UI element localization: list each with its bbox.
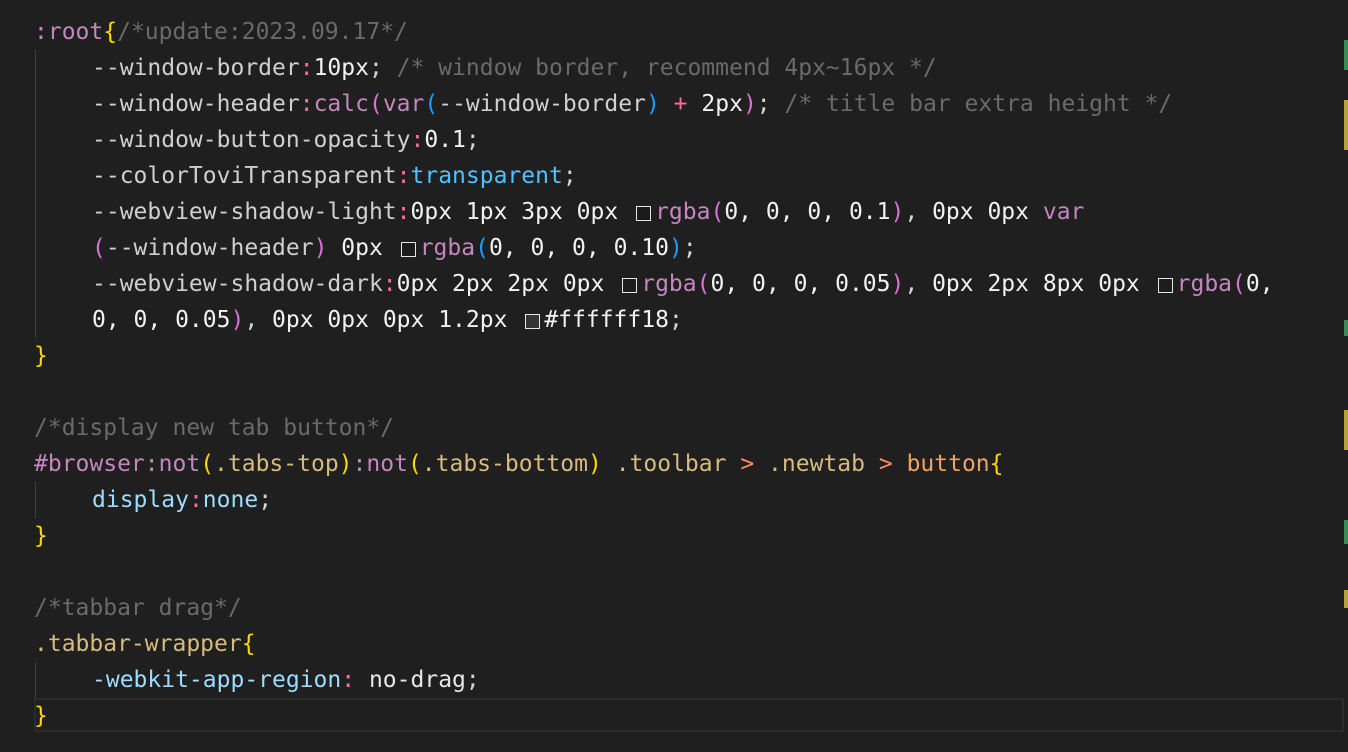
- code-line: }: [34, 518, 1348, 554]
- property-value: no-drag: [368, 667, 466, 693]
- code-line: /*update:2023.09.17*/: [34, 0, 1348, 45]
- tag-selector: button: [906, 451, 990, 477]
- code-line: --webview-shadow-light:0px 1px 3px 0px r…: [92, 199, 1085, 225]
- value: 2px: [701, 91, 743, 117]
- open-brace: {: [241, 631, 256, 657]
- color-swatch[interactable]: [622, 278, 638, 293]
- comment: /* window border, recommend 4px~16px */: [396, 55, 937, 81]
- value: 0,: [1245, 271, 1274, 297]
- var-argument: --window-border: [438, 91, 646, 117]
- function-name: var: [382, 91, 425, 117]
- root-selector: :root: [34, 19, 104, 45]
- value: 0, 0, 0, 0.10: [488, 235, 669, 261]
- open-brace: {: [989, 451, 1004, 477]
- open-brace: {: [103, 19, 118, 45]
- value: 10px: [313, 55, 369, 81]
- color-swatch[interactable]: [525, 314, 541, 329]
- code-line: display:none;: [92, 487, 273, 513]
- comment: /*display new tab button*/: [34, 415, 395, 441]
- custom-property-name: --window-button-opacity: [92, 127, 411, 153]
- function-name: rgba: [1176, 271, 1233, 297]
- code-line: }: [34, 698, 1348, 734]
- class-selector: .toolbar: [615, 451, 727, 477]
- code-line: --window-button-opacity:0.1;: [92, 127, 480, 153]
- pseudo-class: not: [366, 451, 408, 477]
- value: 0, 0, 0, 0.05: [710, 271, 891, 297]
- value: 0, 0, 0.05: [92, 307, 231, 333]
- color-swatch[interactable]: [1157, 278, 1173, 293]
- property-name: -webkit-app-region: [92, 667, 342, 693]
- function-name: calc: [313, 91, 369, 117]
- code-lines: /*update:2023.09.17*/ :root{ --window-bo…: [34, 0, 1348, 734]
- code-line: :root{: [34, 14, 1348, 50]
- code-line: 0, 0, 0.05), 0px 0px 0px 1.2px #ffffff18…: [92, 307, 683, 333]
- code-line: #browser:not(.tabs-top):not(.tabs-bottom…: [34, 451, 1004, 477]
- close-brace: }: [34, 703, 48, 729]
- code-line: --window-border:10px; /* window border, …: [92, 55, 937, 81]
- comment: /* title bar extra height */: [784, 91, 1173, 117]
- operator: +: [673, 91, 688, 117]
- code-line: /*display new tab button*/: [34, 410, 1348, 446]
- custom-property-name: --webview-shadow-dark: [92, 271, 383, 297]
- value: 0px 2px 2px 0px: [396, 271, 605, 297]
- custom-property-name: --colorToviTransparent: [92, 163, 397, 189]
- code-line: --webview-shadow-dark:0px 2px 2px 0px rg…: [92, 271, 1274, 297]
- code-line: -webkit-app-region: no-drag;: [92, 667, 480, 693]
- hex-color-value: #ffffff18: [544, 307, 669, 333]
- var-argument: --window-header: [105, 235, 314, 261]
- comment: /*tabbar drag*/: [34, 595, 242, 621]
- code-line: (--window-header) 0px rgba(0, 0, 0, 0.10…: [92, 235, 697, 261]
- color-swatch[interactable]: [636, 206, 652, 221]
- class-selector: .newtab: [768, 451, 865, 477]
- function-name: rgba: [641, 271, 697, 297]
- class-selector: .tabs-top: [214, 451, 339, 477]
- function-name: rgba: [655, 199, 711, 225]
- function-name: rgba: [419, 235, 476, 261]
- property-name: display: [92, 487, 189, 513]
- value: 0, 0, 0, 0.1: [724, 199, 891, 225]
- code-line: /*tabbar drag*/: [34, 590, 1348, 626]
- function-name: var: [1042, 199, 1085, 225]
- combinator: >: [740, 451, 755, 477]
- custom-property-name: --window-border: [92, 55, 300, 81]
- close-brace: }: [34, 523, 48, 549]
- code-line: .tabbar-wrapper{: [34, 626, 1348, 662]
- combinator: >: [878, 451, 893, 477]
- keyword-value: transparent: [410, 163, 563, 189]
- pseudo-class: not: [158, 451, 201, 477]
- value: 0px 1px 3px 0px: [410, 199, 619, 225]
- value: 0px 2px 8px 0px: [932, 271, 1140, 297]
- custom-property-name: --window-header: [92, 91, 300, 117]
- value: 0px 0px 0px 1.2px: [272, 307, 508, 333]
- custom-property-name: --webview-shadow-light: [92, 199, 397, 225]
- code-line: }: [34, 338, 1348, 374]
- value: 0.1: [424, 127, 466, 153]
- class-selector: .tabs-bottom: [421, 451, 588, 477]
- color-swatch[interactable]: [400, 242, 416, 257]
- code-line: --window-header:calc(var(--window-border…: [92, 91, 1173, 117]
- value: 0px 0px: [932, 199, 1029, 225]
- code-editor[interactable]: /*update:2023.09.17*/ :root{ --window-bo…: [0, 0, 1348, 752]
- property-value: none: [202, 487, 259, 513]
- close-brace: }: [34, 343, 48, 369]
- id-selector: #browser: [34, 451, 145, 477]
- value: 0px: [341, 235, 383, 261]
- code-line: --colorToviTransparent:transparent;: [92, 163, 577, 189]
- class-selector: .tabbar-wrapper: [34, 631, 242, 657]
